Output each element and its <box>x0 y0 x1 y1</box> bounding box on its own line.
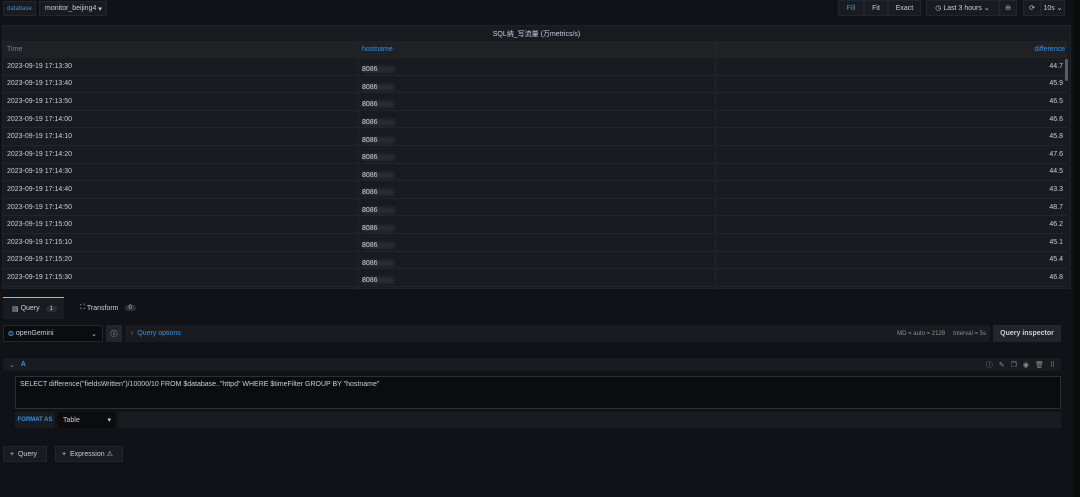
database-icon: ▤ <box>12 305 21 313</box>
cell-time: 2023-09-19 17:13:30 <box>7 62 72 70</box>
add-query-label: Query <box>17 450 38 458</box>
cell-difference: 43.3 <box>1049 185 1063 193</box>
cell-difference: 46.8 <box>1049 273 1063 281</box>
time-range-picker[interactable]: ◷ Last 3 hours ⌄ <box>926 0 999 16</box>
refresh-interval-select[interactable]: 10s ⌄ <box>1041 0 1065 16</box>
cell-time: 2023-09-19 17:13:40 <box>7 80 72 88</box>
table-header: Time hostname difference <box>3 41 1067 58</box>
transform-icon: ⛶ <box>80 304 87 311</box>
query-actions: ⓘ✎❐◉🗑⠿ <box>986 360 1061 370</box>
cell-time: 2023-09-19 17:14:10 <box>7 133 72 141</box>
trash-icon[interactable]: 🗑 <box>1035 362 1050 369</box>
clock-icon: ◷ <box>935 5 944 12</box>
datasource-name: openGemini <box>15 330 54 337</box>
table-row: 2023-09-19 17:14:00 21.8086 46.6 <box>3 111 1067 129</box>
table-row: 2023-09-19 17:14:50 21.8086 48.7 <box>3 199 1067 217</box>
column-header-hostname[interactable]: hostname <box>362 46 393 53</box>
query-options-bar[interactable]: › Query options MD = auto = 2128 Interva… <box>125 325 990 342</box>
page-scrollbar[interactable] <box>1073 0 1080 497</box>
column-header-time[interactable]: Time <box>7 46 22 53</box>
table-row: 2023-09-19 17:13:50 21.8086 46.5 <box>3 93 1067 111</box>
table-scrollbar[interactable] <box>1065 59 1068 81</box>
sql-text: SELECT difference("fieldsWritten")/10000… <box>20 381 380 388</box>
cell-time: 2023-09-19 17:14:50 <box>7 203 72 211</box>
zoom-out-icon[interactable]: ⊖ <box>999 0 1017 16</box>
warning-icon: ⚠ <box>106 451 113 458</box>
add-expression-button[interactable]: + Expression ⚠ <box>55 446 123 462</box>
cell-difference: 48.7 <box>1049 203 1063 211</box>
max-data-points: MD = auto = 2128 <box>897 330 946 337</box>
collapse-chevron-icon[interactable]: ⌄ <box>9 361 21 369</box>
cell-difference: 46.2 <box>1049 221 1063 229</box>
table-row: 2023-09-19 17:14:20 21.8086 47.6 <box>3 146 1067 164</box>
tab-transform-label: Transform <box>86 304 119 312</box>
table-row: 2023-09-19 17:15:10 21.8086 45.1 <box>3 234 1067 252</box>
sql-editor[interactable]: SELECT difference("fieldsWritten")/10000… <box>15 376 1061 409</box>
table-row: 2023-09-19 17:13:30 21.8086 44.7 <box>3 58 1067 76</box>
format-select[interactable]: Table ▾ <box>58 412 115 428</box>
tab-query[interactable]: ▤ Query 1 <box>3 297 64 319</box>
cell-time: 2023-09-19 17:14:30 <box>7 168 72 176</box>
tab-query-label: Query <box>20 305 40 312</box>
cell-difference: 45.4 <box>1049 256 1063 264</box>
cell-difference: 46.5 <box>1049 97 1063 105</box>
transform-count-badge: 0 <box>124 305 136 311</box>
cell-time: 2023-09-19 17:15:10 <box>7 238 72 246</box>
column-header-difference[interactable]: difference <box>1034 46 1065 53</box>
fit-button[interactable]: Fit <box>864 0 888 16</box>
help-icon[interactable]: ⓘ <box>106 325 122 342</box>
add-query-button[interactable]: + Query <box>3 446 47 462</box>
cell-time: 2023-09-19 17:14:20 <box>7 150 72 158</box>
variable-label: database <box>3 1 36 16</box>
cell-difference: 45.9 <box>1049 80 1063 88</box>
cell-time: 2023-09-19 17:14:40 <box>7 185 72 193</box>
query-options-toggle[interactable]: Query options <box>137 330 181 337</box>
add-expression-label: Expression <box>69 450 105 458</box>
database-select[interactable]: monitor_beijing4 ▾ <box>39 1 107 16</box>
table-row: 2023-09-19 17:13:40 21.8086 45.9 <box>3 76 1067 94</box>
table-panel: SQL纳_写流量 (万metrics/s) Time hostname diff… <box>2 25 1071 290</box>
database-value: monitor_beijing4 <box>45 5 97 12</box>
opengemini-logo-icon: ❂ <box>8 330 16 338</box>
refresh-interval-value: 10s <box>1043 4 1055 12</box>
panel-title: SQL纳_写流量 (万metrics/s) <box>492 31 581 38</box>
interval-info: Interval = 5s <box>953 330 986 337</box>
eye-icon[interactable]: ◉ <box>1023 362 1035 369</box>
cell-difference: 44.5 <box>1049 168 1063 176</box>
cell-difference: 45.8 <box>1049 133 1063 141</box>
edit-icon[interactable]: ✎ <box>999 362 1011 369</box>
query-ref-id[interactable]: A <box>21 361 26 368</box>
help-icon[interactable]: ⓘ <box>986 362 999 369</box>
format-as-label: FORMAT AS <box>15 412 55 428</box>
cell-difference: 44.7 <box>1049 62 1063 70</box>
tab-transform[interactable]: ⛶ Transform 0 <box>80 297 136 319</box>
cell-time: 2023-09-19 17:15:00 <box>7 221 72 229</box>
drag-handle-icon[interactable]: ⠿ <box>1050 362 1061 369</box>
table-row: 2023-09-19 17:14:40 21.8086 43.3 <box>3 181 1067 199</box>
format-filler <box>118 412 1061 428</box>
fill-button[interactable]: Fill <box>838 0 864 16</box>
table-row: 2023-09-19 17:15:00 21.8086 46.2 <box>3 216 1067 234</box>
datasource-picker[interactable]: ❂ openGemini ⌄ <box>3 325 103 342</box>
cell-difference: 45.1 <box>1049 238 1063 246</box>
exact-button[interactable]: Exact <box>888 0 921 16</box>
duplicate-icon[interactable]: ❐ <box>1011 362 1023 369</box>
table-row: 2023-09-19 17:14:30 21.8086 44.5 <box>3 164 1067 182</box>
table-row: 2023-09-19 17:14:10 21.8086 45.8 <box>3 128 1067 146</box>
cell-time: 2023-09-19 17:15:20 <box>7 256 72 264</box>
cell-difference: 46.6 <box>1049 115 1063 123</box>
cell-time: 2023-09-19 17:14:00 <box>7 115 72 123</box>
cell-time: 2023-09-19 17:15:30 <box>7 273 72 281</box>
cell-time: 2023-09-19 17:13:50 <box>7 97 72 105</box>
panel-size-toggle: Fill Fit Exact <box>838 0 921 16</box>
cell-difference: 47.6 <box>1049 150 1063 158</box>
format-value: Table <box>63 416 80 424</box>
query-row-header: ⌄ A ⓘ✎❐◉🗑⠿ <box>3 358 1061 371</box>
query-inspector-button[interactable]: Query inspector <box>993 325 1061 342</box>
table-row: 2023-09-19 17:15:30 21.8086 46.8 <box>3 269 1067 287</box>
refresh-icon[interactable]: ⟳ <box>1023 0 1041 16</box>
time-range-value: Last 3 hours <box>943 4 982 12</box>
table-row: 2023-09-19 17:15:20 21.8086 45.4 <box>3 252 1067 270</box>
query-count-badge: 1 <box>45 305 57 312</box>
